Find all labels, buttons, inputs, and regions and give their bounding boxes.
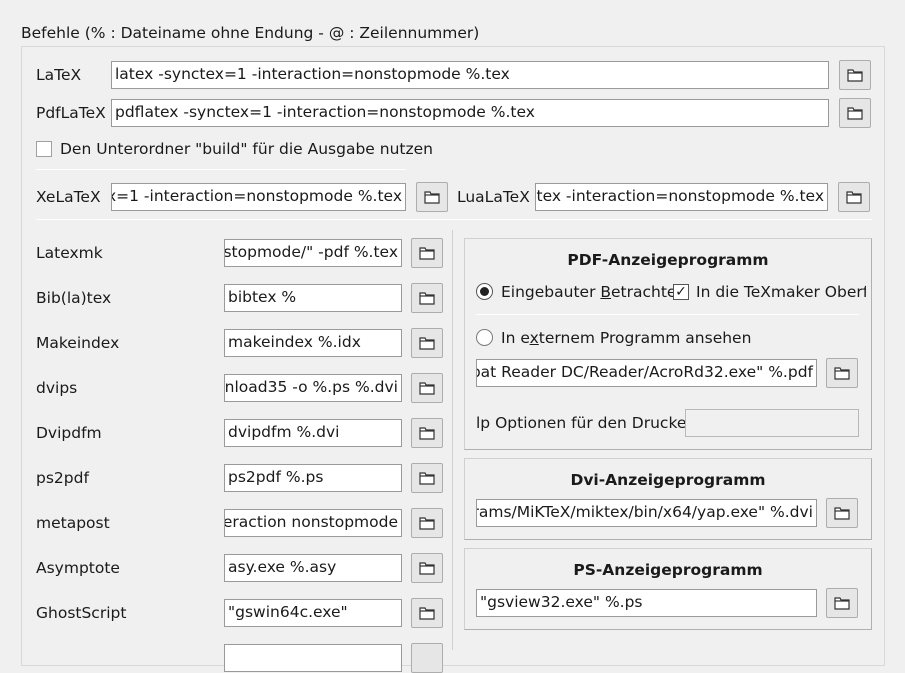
xelatex-command-input[interactable]: ctex=1 -interaction=nonstopmode %.tex (111, 183, 406, 211)
external-viewer-command-input[interactable]: robat Reader DC/Reader/AcroRd32.exe" %.p… (476, 359, 817, 387)
folder-icon (419, 427, 435, 440)
external-viewer-radio[interactable] (476, 329, 493, 346)
dvi-viewer-browse-button[interactable] (826, 498, 858, 528)
latex-browse-button[interactable] (839, 60, 871, 90)
pdflatex-command-input[interactable]: pdflatex -synctex=1 -interaction=nonstop… (111, 99, 829, 127)
bib-la-tex-command-input[interactable]: bibtex % (224, 284, 402, 312)
external-viewer-label: In externem Programm ansehen (501, 329, 752, 347)
folder-icon (419, 292, 435, 305)
folder-icon (419, 382, 435, 395)
build-folder-checkbox[interactable] (36, 141, 52, 157)
lualatex-command-input[interactable]: ualatex -interaction=nonstopmode %.tex (535, 183, 828, 211)
bib-la-tex-label: Bib(la)tex (36, 289, 112, 307)
lualatex-browse-button[interactable] (838, 182, 870, 212)
folder-icon (419, 562, 435, 575)
ps-viewer-command-input[interactable]: "gsview32.exe" %.ps (476, 589, 817, 617)
pdf-viewer-title: PDF-Anzeigeprogramm (567, 251, 769, 269)
metapost-label: metapost (36, 514, 110, 532)
external-viewer-browse-button[interactable] (826, 358, 858, 388)
builtin-viewer-label: Eingebauter Betrachter (501, 283, 683, 301)
dvipdfm-browse-button[interactable] (411, 418, 443, 448)
vertical-separator (452, 230, 453, 650)
folder-icon (419, 337, 435, 350)
dvips-label: dvips (36, 379, 78, 397)
latexmk-label: Latexmk (36, 244, 103, 262)
asymptote-command-input[interactable]: asy.exe %.asy (224, 554, 402, 582)
folder-icon (834, 507, 850, 520)
xelatex-browse-button[interactable] (416, 182, 448, 212)
ps-viewer-title: PS-Anzeigeprogramm (573, 561, 763, 579)
separator (36, 219, 872, 220)
ps2pdf-command-input[interactable]: ps2pdf %.ps (224, 464, 402, 492)
folder-icon (419, 472, 435, 485)
dvips-browse-button[interactable] (411, 373, 443, 403)
embed-viewer-label: In die TeXmaker Oberf (696, 283, 866, 301)
folder-icon (834, 597, 850, 610)
ghostscript-browse-button[interactable] (411, 598, 443, 628)
next-command-input[interactable] (224, 644, 402, 672)
folder-icon (847, 107, 863, 120)
folder-icon (419, 247, 435, 260)
embed-viewer-checkbox[interactable]: ✓ (673, 284, 689, 300)
folder-icon (419, 607, 435, 620)
dvi-viewer-command-input[interactable]: ograms/MiKTeX/miktex/bin/x64/yap.exe" %.… (476, 499, 817, 527)
folder-icon (847, 69, 863, 82)
ghostscript-command-input[interactable]: "gswin64c.exe" (224, 599, 402, 627)
dvipdfm-command-input[interactable]: dvipdfm %.dvi (224, 419, 402, 447)
dvi-viewer-title: Dvi-Anzeigeprogramm (570, 471, 766, 489)
metapost-browse-button[interactable] (411, 508, 443, 538)
xelatex-label: XeLaTeX (36, 188, 101, 206)
latexmk-command-input[interactable]: nstopmode/" -pdf %.tex (224, 239, 402, 267)
builtin-viewer-radio[interactable] (476, 283, 493, 300)
latex-label: LaTeX (36, 66, 82, 84)
asymptote-label: Asymptote (36, 559, 120, 577)
dvips-command-input[interactable]: vnload35 -o %.ps %.dvi (224, 374, 402, 402)
ghostscript-label: GhostScript (36, 604, 127, 622)
latex-command-input[interactable]: latex -synctex=1 -interaction=nonstopmod… (111, 61, 829, 89)
asymptote-browse-button[interactable] (411, 553, 443, 583)
metapost-command-input[interactable]: nteraction nonstopmode (224, 509, 402, 537)
makeindex-browse-button[interactable] (411, 328, 443, 358)
bib-la-tex-browse-button[interactable] (411, 283, 443, 313)
ps2pdf-label: ps2pdf (36, 469, 89, 487)
pdflatex-label: PdfLaTeX (36, 104, 106, 122)
pdflatex-browse-button[interactable] (839, 98, 871, 128)
makeindex-label: Makeindex (36, 334, 120, 352)
ps2pdf-browse-button[interactable] (411, 463, 443, 493)
checkmark-icon: ✓ (675, 284, 687, 300)
lualatex-label: LuaLaTeX (457, 188, 530, 206)
dvipdfm-label: Dvipdfm (36, 424, 102, 442)
ps-viewer-browse-button[interactable] (826, 588, 858, 618)
build-folder-label: Den Unterordner "build" für die Ausgabe … (60, 140, 433, 158)
separator (476, 314, 859, 315)
folder-icon (424, 191, 440, 204)
separator (36, 169, 406, 170)
folder-icon (419, 517, 435, 530)
group-title: Befehle (% : Dateiname ohne Endung - @ :… (21, 24, 480, 42)
folder-icon (846, 191, 862, 204)
latexmk-browse-button[interactable] (411, 238, 443, 268)
folder-icon (834, 367, 850, 380)
print-options-input[interactable] (685, 409, 859, 437)
print-options-label: lp Optionen für den Drucker (476, 414, 693, 432)
makeindex-command-input[interactable]: makeindex %.idx (224, 329, 402, 357)
